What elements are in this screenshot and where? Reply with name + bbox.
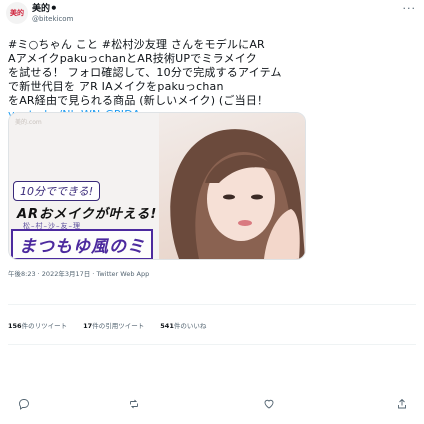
likes-stat[interactable]: 541件のいいね xyxy=(160,322,206,330)
author-info[interactable]: 美的⚫ @bitekicom xyxy=(32,4,73,24)
tweet-stats: 156件のリツイート 17件の引用ツイート 541件のいいね xyxy=(8,320,220,330)
action-bar xyxy=(8,398,416,412)
share-icon[interactable] xyxy=(396,398,408,413)
divider xyxy=(8,344,416,345)
tweet-media[interactable]: 美的.com 10分でできる! ARおメイクが叶える! 松–村–沙–友–理 まつ… xyxy=(8,112,306,260)
retweets-stat[interactable]: 156件のリツイート xyxy=(8,322,67,330)
tweet-timestamp[interactable]: 午後8:23 · 2022年3月17日 · Twitter Web App xyxy=(8,268,149,278)
divider xyxy=(8,304,416,305)
tweet-body: #ミ○ちゃん こと #松村沙友理 さんをモデルにAR Aアメイクpakuっcha… xyxy=(8,38,282,107)
avatar[interactable]: 美的 xyxy=(6,2,28,24)
likes-count: 541 xyxy=(160,322,174,330)
retweets-label: 件のリツイート xyxy=(21,322,68,330)
likes-label: 件のいいね xyxy=(173,322,207,330)
retweets-count: 156 xyxy=(8,322,22,330)
retweet-icon[interactable] xyxy=(128,398,140,413)
media-caption-top: ARおメイクが叶える! xyxy=(17,207,158,222)
more-dots-icon[interactable]: ··· xyxy=(403,2,417,15)
media-caption-main: まつもゆ風のミ xyxy=(11,229,153,259)
heart-icon[interactable] xyxy=(263,398,275,413)
reply-icon[interactable] xyxy=(18,398,30,413)
quotes-count: 17 xyxy=(83,322,93,330)
media-logo: 美的.com xyxy=(15,119,42,126)
display-name[interactable]: 美的⚫ xyxy=(32,4,73,14)
quotes-stat[interactable]: 17件の引用ツイート xyxy=(83,322,144,330)
tweet-text: #ミ○ちゃん こと #松村沙友理 さんをモデルにAR Aアメイクpakuっcha… xyxy=(8,38,414,122)
promo-badge: 10分でできる! xyxy=(13,181,101,201)
tweet-header: 美的 美的⚫ @bitekicom ··· xyxy=(6,2,418,26)
quotes-label: 件の引用ツイート xyxy=(92,322,145,330)
user-handle[interactable]: @bitekicom xyxy=(32,14,73,24)
